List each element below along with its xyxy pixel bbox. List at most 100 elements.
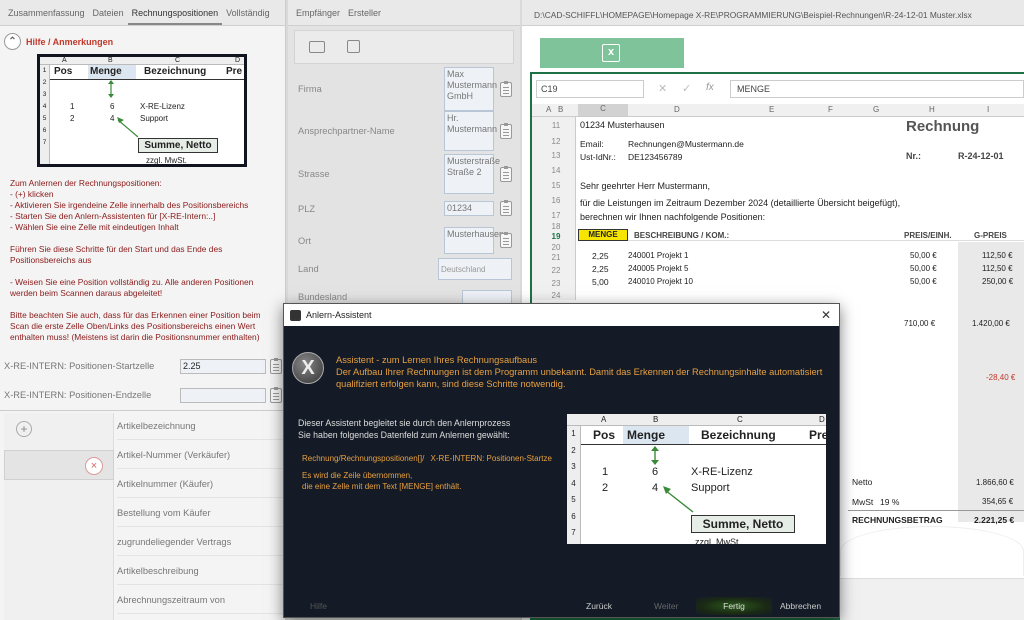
preis-header[interactable]: PREIS/EINH. (904, 231, 952, 240)
row-23[interactable]: 23 (534, 279, 578, 288)
clipboard-icon[interactable] (500, 232, 512, 248)
land-select[interactable]: Deutschland (438, 258, 512, 280)
item2-gpreis[interactable]: 112,50 € (982, 264, 1013, 273)
start-cell-input[interactable]: 2.25 (180, 358, 266, 374)
menge-header-cell[interactable]: MENGE (578, 229, 628, 241)
col-b[interactable]: B (558, 105, 563, 114)
greeting-cell[interactable]: Sehr geehrter Herr Mustermann, (580, 181, 710, 191)
plz-input[interactable]: 01234 (444, 201, 494, 216)
abbrechen-button[interactable]: Abbrechen (774, 597, 827, 615)
mwst-percent[interactable]: 19 % (880, 497, 899, 507)
close-icon[interactable]: ✕ (821, 308, 831, 322)
row-13[interactable]: 13 (534, 151, 578, 160)
ort-input[interactable]: Musterhausen (444, 227, 504, 254)
hilfe-button[interactable]: Hilfe (304, 597, 333, 615)
email-cell[interactable]: Rechnungen@Mustermann.de (628, 139, 744, 149)
field-artikelbeschreibung[interactable]: Artikelbeschreibung (117, 557, 283, 585)
check-icon[interactable]: ✓ (682, 82, 691, 95)
tab-empfaenger[interactable]: Empfänger (292, 8, 344, 25)
fertig-button[interactable]: Fertig (696, 597, 772, 615)
col-a[interactable]: A (546, 105, 551, 114)
row-24[interactable]: 24 (534, 291, 578, 300)
beschreibung-header[interactable]: BESCHREIBUNG / KOM.: (634, 231, 729, 240)
col-d[interactable]: D (674, 105, 680, 114)
weiter-button[interactable]: Weiter (648, 597, 684, 615)
ust-label-cell[interactable]: Ust-IdNr.: (580, 152, 616, 162)
row-20[interactable]: 20 (534, 243, 578, 252)
total-value[interactable]: 2.221,25 € (974, 515, 1014, 525)
list-item[interactable]: × (4, 450, 114, 480)
plz-ort-cell[interactable]: 01234 Musterhausen (580, 120, 665, 130)
row-18[interactable]: 18 (534, 222, 578, 231)
col-c[interactable]: C (578, 104, 628, 116)
item2-besch[interactable]: 240005 Projekt 5 (628, 264, 689, 273)
remove-icon[interactable]: × (85, 457, 103, 475)
ansprechpartner-input[interactable]: Hr. Mustermann (444, 111, 497, 151)
row-22[interactable]: 22 (534, 266, 578, 275)
end-cell-input[interactable] (180, 387, 266, 403)
field-artikelbezeichnung[interactable]: Artikelbezeichnung (117, 412, 283, 440)
col-i[interactable]: I (987, 105, 989, 114)
formula-input[interactable]: MENGE (730, 80, 1024, 98)
row-12[interactable]: 12 (534, 137, 578, 146)
total-label[interactable]: RECHNUNGSBETRAG (852, 515, 943, 525)
netto-value[interactable]: 1.866,60 € (976, 478, 1014, 487)
tab-dateien[interactable]: Dateien (89, 8, 128, 25)
row-15[interactable]: 15 (534, 181, 578, 190)
extra-gpreis[interactable]: 1.420,00 € (972, 319, 1010, 328)
clipboard-icon[interactable] (270, 386, 282, 403)
col-h[interactable]: H (929, 105, 935, 114)
fx-icon[interactable]: fx (706, 82, 714, 93)
clipboard-icon[interactable] (500, 80, 512, 97)
netto-label[interactable]: Netto (852, 477, 872, 487)
col-e[interactable]: E (769, 105, 774, 114)
item1-preis[interactable]: 50,00 € (910, 251, 937, 260)
tab-vollstaendig[interactable]: Vollständig (222, 8, 274, 25)
text2-cell[interactable]: berechnen wir Ihnen nachfolgende Positio… (580, 212, 765, 222)
tab-zusammenfassung[interactable]: Zusammenfassung (4, 8, 89, 25)
clipboard-icon[interactable] (500, 165, 512, 182)
row-21[interactable]: 21 (534, 253, 578, 262)
gpreis-header[interactable]: G-PREIS (974, 231, 1007, 240)
zurueck-button[interactable]: Zurück (580, 597, 618, 615)
item1-menge[interactable]: 2,25 (592, 251, 609, 261)
nr-cell[interactable]: R-24-12-01 (958, 151, 1004, 161)
field-bestellung[interactable]: Bestellung vom Käufer (117, 499, 283, 527)
clipboard-icon[interactable] (500, 200, 512, 216)
field-artikel-nr-kaeufer[interactable]: Artikelnummer (Käufer) (117, 470, 283, 498)
item3-preis[interactable]: 50,00 € (910, 277, 937, 286)
field-vertrag[interactable]: zugrundeliegender Vertrags (117, 528, 283, 556)
bundesland-input[interactable] (462, 290, 512, 304)
field-artikel-nr-verkaeufer[interactable]: Artikel-Nummer (Verkäufer) (117, 441, 283, 469)
col-g[interactable]: G (873, 105, 879, 114)
name-box[interactable]: C19 (536, 80, 644, 98)
row-16[interactable]: 16 (534, 196, 578, 205)
field-abrechnungszeitraum[interactable]: Abrechnungszeitraum von (117, 586, 283, 614)
rechnung-title[interactable]: Rechnung (906, 118, 979, 135)
item3-gpreis[interactable]: 250,00 € (982, 277, 1013, 286)
save-icon[interactable] (347, 40, 360, 53)
item3-menge[interactable]: 5,00 (592, 277, 609, 287)
row-11[interactable]: 11 (534, 121, 578, 130)
mwst-label[interactable]: MwSt (852, 497, 873, 507)
tab-rechnungspositionen[interactable]: Rechnungspositionen (127, 8, 223, 25)
item1-gpreis[interactable]: 112,50 € (982, 251, 1013, 260)
cancel-icon[interactable]: ✕ (658, 82, 667, 95)
col-f[interactable]: F (828, 105, 833, 114)
negative-amount[interactable]: -28,40 € (986, 373, 1015, 382)
item2-menge[interactable]: 2,25 (592, 264, 609, 274)
nr-label-cell[interactable]: Nr.: (906, 151, 921, 161)
ust-cell[interactable]: DE123456789 (628, 152, 682, 162)
folder-open-icon[interactable] (309, 41, 325, 53)
item3-besch[interactable]: 240010 Projekt 10 (628, 277, 693, 286)
firma-input[interactable]: Max Mustermann GmbH (444, 67, 497, 111)
clipboard-icon[interactable] (500, 122, 512, 139)
mwst-value[interactable]: 354,65 € (982, 497, 1013, 506)
add-icon[interactable]: + (16, 421, 32, 437)
excel-button[interactable]: x (540, 38, 684, 68)
email-label-cell[interactable]: Email: (580, 139, 604, 149)
text1-cell[interactable]: für die Leistungen im Zeitraum Dezember … (580, 198, 900, 208)
item2-preis[interactable]: 50,00 € (910, 264, 937, 273)
row-17[interactable]: 17 (534, 211, 578, 220)
strasse-input[interactable]: Musterstraße Straße 2 (444, 154, 500, 194)
